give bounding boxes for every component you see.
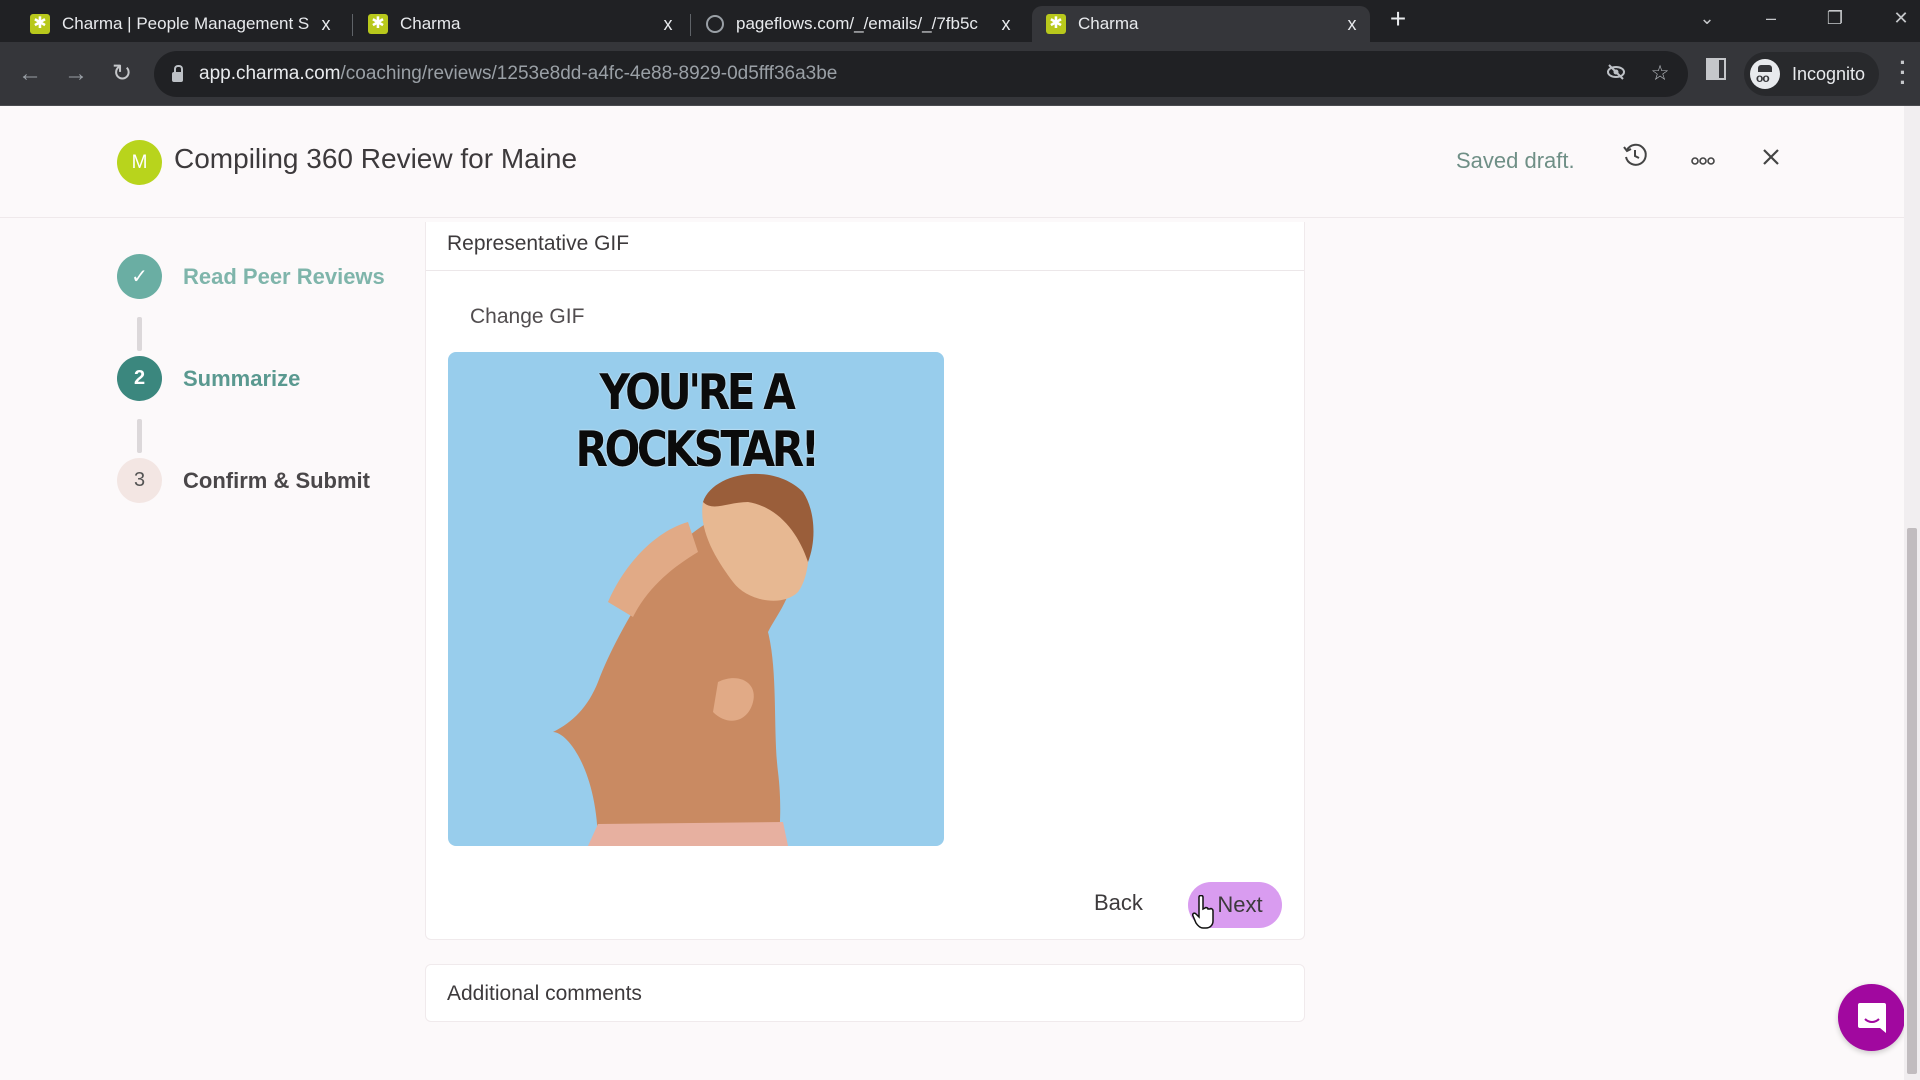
step-read-peer-reviews[interactable]: ✓ Read Peer Reviews — [117, 254, 385, 299]
tab-title: Charma — [400, 14, 461, 33]
card-title: Additional comments — [447, 982, 642, 1005]
browser-toolbar: ← → ↻ app.charma.com /coaching/reviews/1… — [0, 42, 1920, 106]
close-tab-icon[interactable]: x — [994, 14, 1018, 35]
bookmark-star-icon[interactable]: ☆ — [1647, 61, 1673, 87]
check-icon: ✓ — [117, 254, 162, 299]
browser-tab-bar: ✱ Charma | People Management S x ✱ Charm… — [0, 0, 1920, 42]
browser-tab-active[interactable]: ✱ Charma x — [1032, 6, 1370, 42]
window-close-icon[interactable]: ✕ — [1886, 4, 1916, 32]
close-icon[interactable] — [1751, 142, 1791, 182]
step-summarize[interactable]: 2 Summarize — [117, 356, 300, 401]
tab-title: Charma — [1078, 14, 1139, 33]
chat-icon — [1857, 1002, 1886, 1033]
representative-gif-card: Representative GIF Change GIF YOU'RE A R… — [425, 222, 1305, 977]
step-label: Summarize — [183, 365, 301, 391]
tab-search-chevron-icon[interactable]: ⌄ — [1692, 4, 1722, 32]
step-label: Confirm & Submit — [183, 467, 370, 493]
minimize-icon[interactable]: – — [1756, 4, 1786, 32]
scrollbar-thumb[interactable] — [1907, 528, 1917, 1074]
browser-tab[interactable]: pageflows.com/_/emails/_/7fb5c x — [692, 6, 1024, 42]
step-connector — [137, 317, 142, 351]
card-title: Representative GIF — [426, 222, 1304, 271]
charma-logo-icon: ✱ — [30, 14, 50, 34]
avatar: M — [117, 140, 162, 185]
incognito-icon — [1750, 59, 1780, 89]
close-tab-icon[interactable]: x — [314, 14, 338, 35]
url-path: /coaching/reviews/1253e8dd-a4fc-4e88-892… — [340, 63, 838, 84]
change-gif-button[interactable]: Change GIF — [470, 305, 584, 329]
close-tab-icon[interactable]: x — [1340, 14, 1364, 35]
charma-logo-icon: ✱ — [368, 14, 388, 34]
step-label: Read Peer Reviews — [183, 263, 385, 289]
globe-icon — [706, 15, 724, 33]
browser-menu-icon[interactable]: · · · — [1896, 52, 1910, 94]
hand-cursor-icon — [1192, 894, 1216, 934]
page-scrollbar[interactable] — [1904, 106, 1920, 1080]
tab-title: pageflows.com/_/emails/_/7fb5c — [736, 14, 978, 33]
step-confirm-submit[interactable]: 3 Confirm & Submit — [117, 458, 370, 503]
history-icon[interactable] — [1615, 142, 1655, 182]
gif-figure-illustration — [553, 473, 814, 846]
step-connector — [137, 419, 142, 453]
lock-icon — [172, 65, 183, 82]
additional-comments-card[interactable]: Additional comments — [425, 964, 1305, 1022]
incognito-label: Incognito — [1792, 63, 1866, 84]
side-panel-icon[interactable] — [1706, 58, 1726, 86]
charma-logo-icon: ✱ — [1046, 14, 1066, 34]
new-tab-button[interactable]: + — [1384, 5, 1412, 34]
tab-title: Charma | People Management S — [62, 14, 310, 33]
reload-icon[interactable]: ↻ — [106, 58, 138, 90]
url-host: app.charma.com — [199, 63, 341, 84]
tab-separator — [690, 14, 691, 36]
save-status: Saved draft. — [1456, 148, 1575, 173]
chat-widget-button[interactable] — [1838, 984, 1905, 1051]
step-number: 2 — [117, 356, 162, 401]
eye-off-icon[interactable] — [1603, 61, 1629, 87]
forward-arrow-icon[interactable]: → — [60, 58, 92, 90]
tab-separator — [352, 14, 353, 36]
address-bar[interactable]: app.charma.com /coaching/reviews/1253e8d… — [154, 51, 1688, 97]
gif-image: YOU'RE A ROCKSTAR! — [448, 352, 944, 846]
step-number: 3 — [117, 458, 162, 503]
back-button[interactable]: Back — [1094, 890, 1143, 916]
back-arrow-icon[interactable]: ← — [14, 58, 46, 90]
incognito-profile-button[interactable]: Incognito — [1744, 52, 1880, 96]
page-title: Compiling 360 Review for Maine — [174, 143, 578, 174]
more-options-icon[interactable] — [1683, 142, 1723, 182]
browser-tab[interactable]: ✱ Charma | People Management S x — [16, 6, 344, 42]
browser-tab[interactable]: ✱ Charma x — [354, 6, 686, 42]
restore-icon[interactable]: ❐ — [1820, 4, 1850, 32]
close-tab-icon[interactable]: x — [656, 14, 680, 35]
page-header: M Compiling 360 Review for Maine Saved d… — [0, 106, 1904, 218]
